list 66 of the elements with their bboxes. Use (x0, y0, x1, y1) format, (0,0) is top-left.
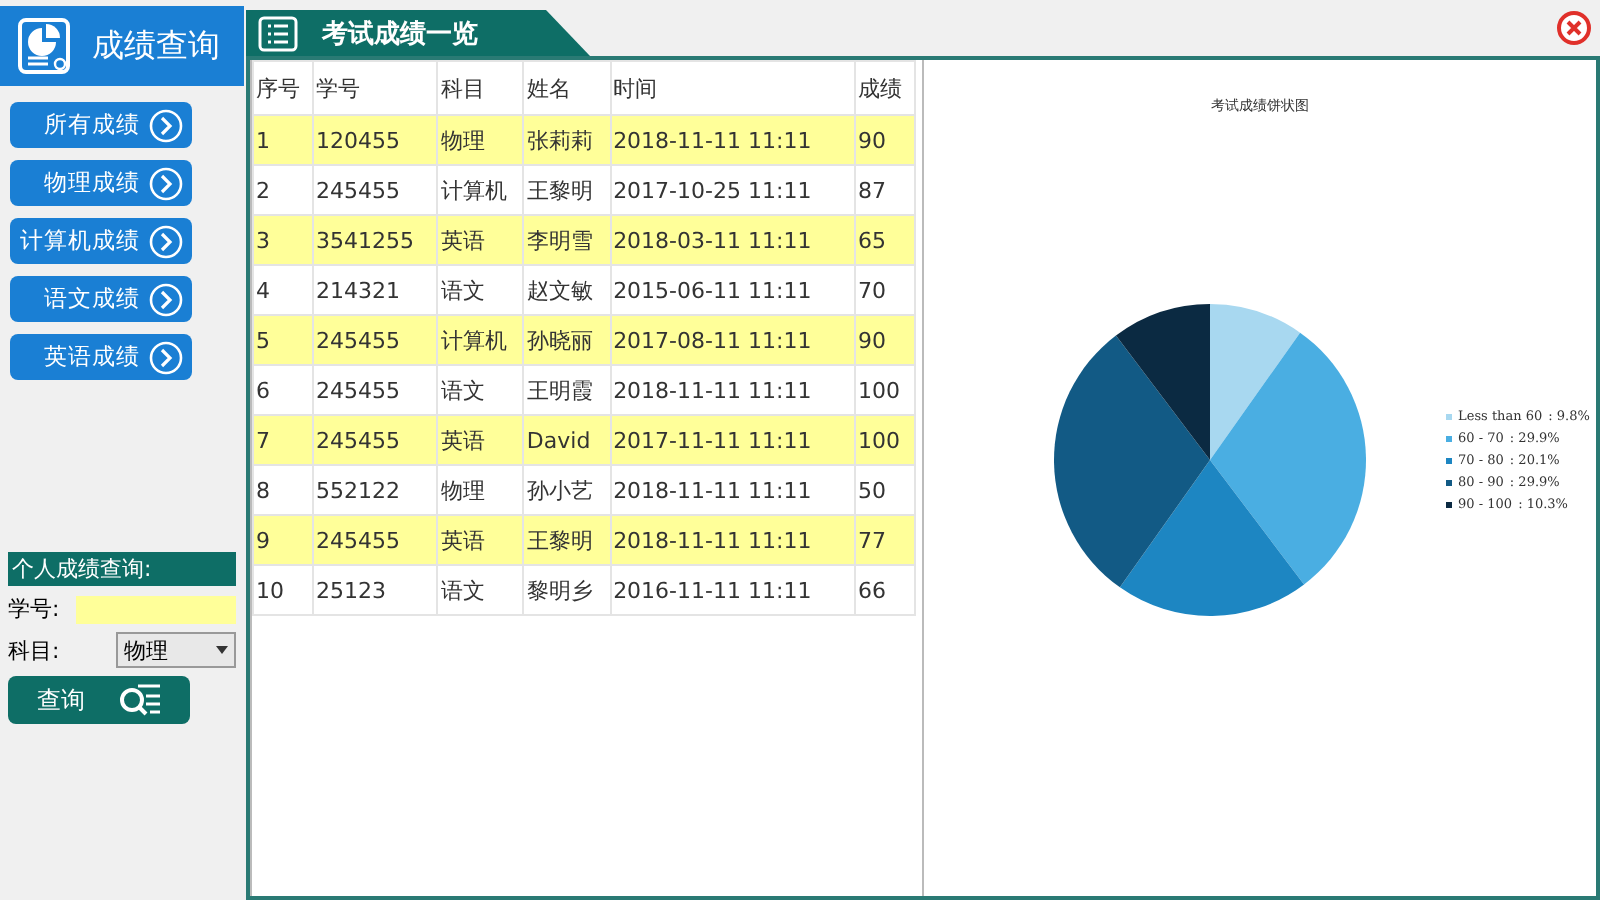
subject-label: 科目: (8, 635, 60, 665)
table-cell: 英语 (437, 415, 524, 465)
table-cell: 2018-03-11 11:11 (610, 215, 855, 265)
table-cell: 英语 (437, 515, 524, 565)
table-cell: 25123 (312, 565, 438, 615)
nav-button[interactable]: 物理成绩 (10, 160, 192, 206)
table-cell: 黎明乡 (523, 565, 611, 615)
legend-swatch (1446, 479, 1453, 485)
table-cell: 语文 (437, 565, 524, 615)
table-cell: 90 (854, 115, 915, 165)
table-cell: 77 (854, 515, 915, 565)
student-id-field[interactable] (76, 595, 236, 623)
table-cell: 120455 (312, 115, 438, 165)
nav-button[interactable]: 语文成绩 (10, 276, 192, 322)
table-cell: 孙晓丽 (523, 315, 611, 365)
student-id-label: 学号: (8, 594, 62, 624)
legend-swatch (1446, 435, 1453, 441)
close-button[interactable] (1556, 10, 1592, 46)
chevron-circle-icon (148, 281, 184, 317)
table-cell: 张莉莉 (523, 115, 611, 165)
list-icon (258, 15, 298, 51)
chevron-circle-icon (148, 339, 184, 375)
legend-swatch (1446, 501, 1453, 507)
dropdown-caret-icon (216, 646, 228, 654)
table-cell: 245455 (312, 515, 438, 565)
query-section-title: 个人成绩查询: (8, 552, 236, 586)
table-cell: 3541255 (312, 215, 438, 265)
report-chart-icon (16, 16, 76, 76)
subject-dropdown[interactable]: 物理 (116, 632, 236, 668)
chevron-circle-icon (148, 223, 184, 259)
chevron-circle-icon (148, 107, 184, 143)
table-cell: 1 (253, 115, 313, 165)
column-header: 时间 (610, 61, 855, 115)
table-cell: 2017-11-11 11:11 (610, 415, 855, 465)
table-cell: 3 (253, 215, 313, 265)
chevron-circle-icon (148, 165, 184, 201)
table-cell: 7 (253, 415, 313, 465)
table-cell: 2018-11-11 11:11 (610, 115, 855, 165)
table-cell: 245455 (312, 415, 438, 465)
column-header: 序号 (253, 61, 313, 115)
app-title: 成绩查询 (92, 25, 220, 67)
table-cell: 90 (854, 315, 915, 365)
table-cell: 5 (253, 315, 313, 365)
query-button[interactable]: 查询 (8, 676, 190, 724)
close-icon (1556, 10, 1592, 46)
nav-button[interactable]: 英语成绩 (10, 334, 192, 380)
table-cell: 王黎明 (523, 515, 611, 565)
nav-button[interactable]: 所有成绩 (10, 102, 192, 148)
table-cell: 10 (253, 565, 313, 615)
table-cell: 李明雪 (523, 215, 611, 265)
table-cell: 9 (253, 515, 313, 565)
table-cell: 2016-11-11 11:11 (610, 565, 855, 615)
table-cell: 计算机 (437, 315, 524, 365)
table-cell: David (523, 415, 611, 465)
legend-swatch (1446, 457, 1453, 463)
table-cell: 66 (854, 565, 915, 615)
table-cell: 2018-11-11 11:11 (610, 515, 855, 565)
table-cell: 65 (854, 215, 915, 265)
table-cell: 物理 (437, 115, 524, 165)
legend-swatch (1446, 413, 1453, 419)
table-cell: 245455 (312, 315, 438, 365)
table-cell: 英语 (437, 215, 524, 265)
nav-button[interactable]: 计算机成绩 (10, 218, 192, 264)
table-cell: 100 (854, 415, 915, 465)
search-list-icon (117, 682, 162, 718)
table-cell: 2017-08-11 11:11 (610, 315, 855, 365)
